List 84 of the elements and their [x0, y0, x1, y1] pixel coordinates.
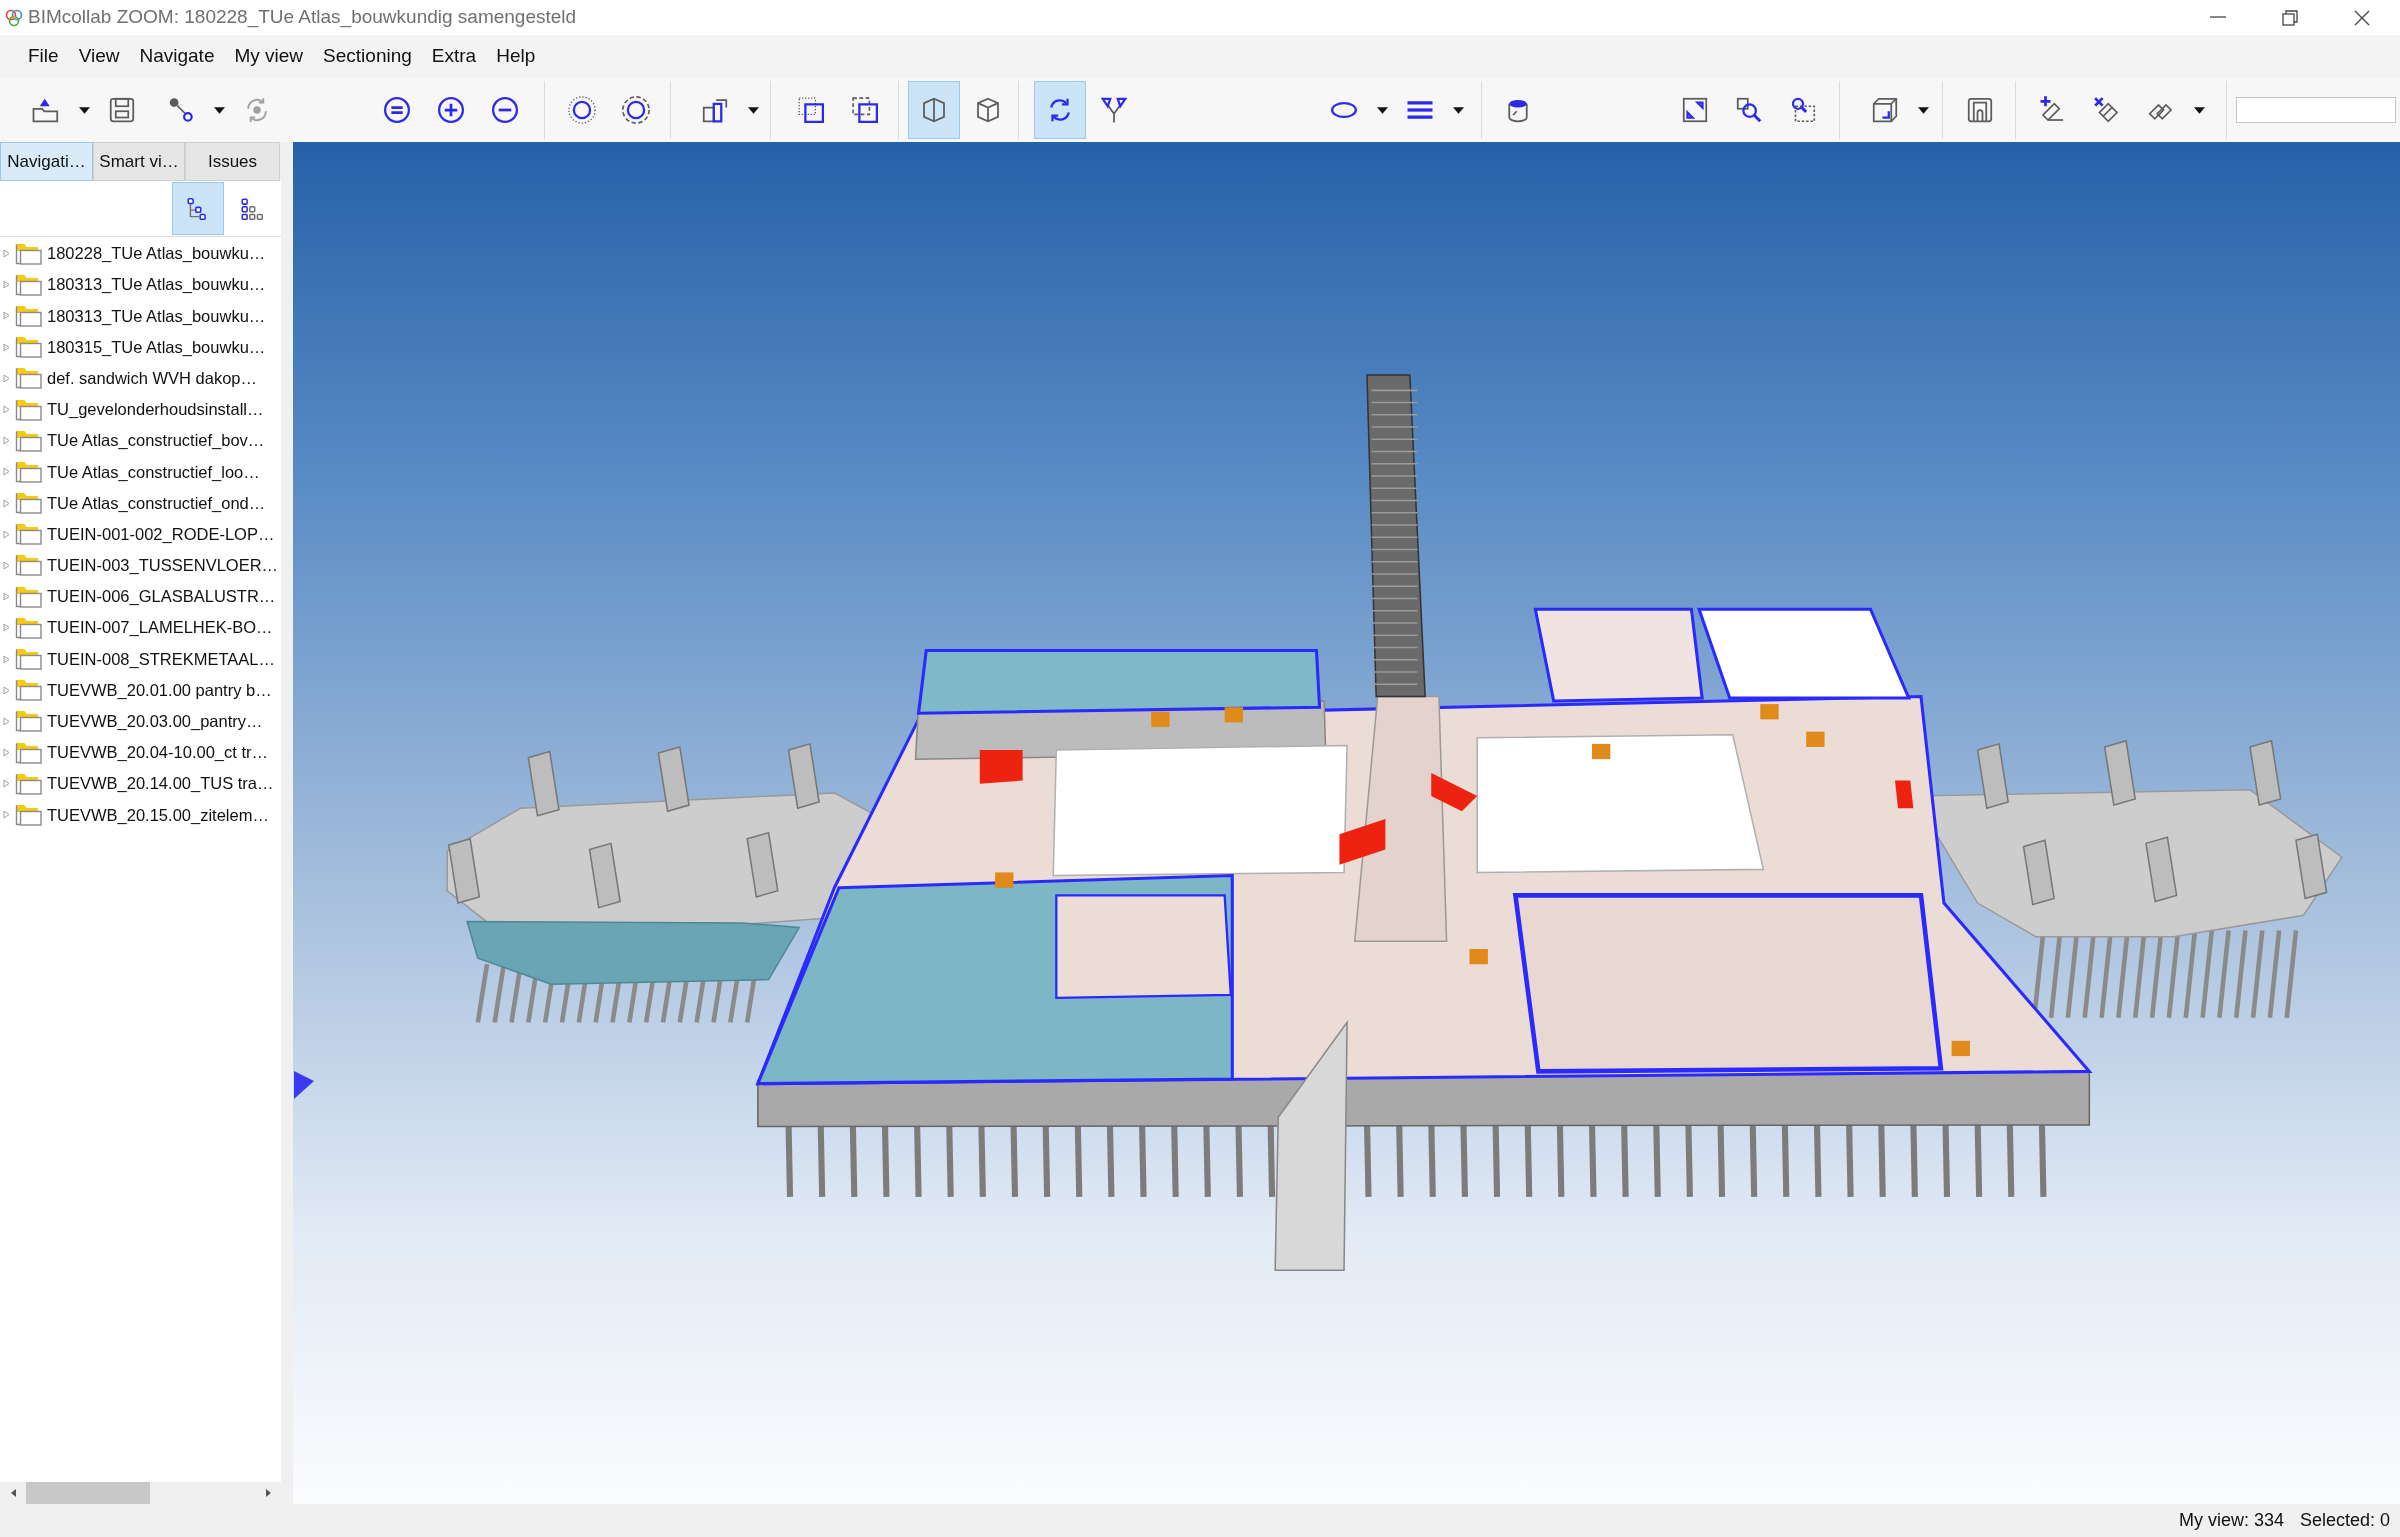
plus-circle-icon[interactable] — [436, 95, 466, 125]
folder-icon — [15, 367, 42, 390]
menu-item[interactable]: Extra — [421, 39, 487, 74]
box-corner-icon[interactable] — [1870, 95, 1900, 125]
scroll-right-icon[interactable] — [265, 1489, 271, 1497]
menu-item[interactable]: File — [18, 39, 69, 74]
folder-icon — [15, 273, 42, 296]
tree-item[interactable]: TUe Atlas_constructief_ond… — [47, 490, 266, 516]
magnifier-icon[interactable] — [1734, 95, 1764, 125]
app-logo-icon — [4, 7, 24, 28]
minus-circle-icon[interactable] — [490, 95, 520, 125]
folder-icon — [15, 336, 42, 359]
folder-icon — [15, 492, 42, 515]
folder-icon — [15, 304, 42, 327]
sidebar-tab[interactable]: Navigati… — [0, 142, 93, 181]
tree-item[interactable]: TUEVWB_20.14.00_TUS tra… — [47, 771, 274, 797]
folder-icon — [15, 242, 42, 265]
scroll-left-icon[interactable] — [10, 1489, 16, 1497]
tree-item[interactable]: TUe Atlas_constructief_bov… — [47, 428, 265, 454]
caret-icon[interactable] — [213, 106, 225, 114]
save-icon[interactable] — [107, 95, 137, 125]
dotted-ring-icon[interactable] — [567, 95, 597, 125]
dashed-square-icon[interactable] — [850, 95, 880, 125]
menu-item[interactable]: Sectioning — [313, 39, 422, 74]
toolbar-button[interactable] — [908, 81, 960, 139]
toolbar-button[interactable] — [1034, 81, 1086, 139]
dashed-ring-icon[interactable] — [621, 95, 651, 125]
folder-icon — [15, 679, 42, 702]
menu-item[interactable]: My view — [224, 39, 314, 74]
folder-icon — [15, 772, 42, 795]
tree-item[interactable]: TUEVWB_20.15.00_zitelem… — [47, 802, 269, 828]
folder-icon — [15, 803, 42, 826]
node-grid-icon[interactable] — [239, 195, 265, 222]
folder-icon — [15, 585, 42, 608]
tree-item[interactable]: TUEIN-006_GLASBALUSTR… — [47, 584, 276, 610]
viewport-canvas[interactable] — [293, 142, 2400, 1504]
tree-item[interactable]: TUEVWB_20.04-10.00_ct tr… — [47, 740, 268, 765]
folder-icon — [15, 398, 42, 421]
triangle-marker-icon — [294, 1071, 314, 1099]
tree-item[interactable]: TUEIN-003_TUSSENVLOER… — [47, 553, 279, 578]
dotted-square-icon[interactable] — [796, 95, 826, 125]
folder-icon — [15, 710, 42, 733]
sidebar-tab[interactable]: Issues — [185, 142, 280, 181]
status-text: My view: 334 — [2178, 1509, 2284, 1532]
tree-item[interactable]: TUEIN-008_STREKMETAAL… — [47, 646, 275, 672]
menu-item[interactable]: Navigate — [129, 39, 225, 74]
equals-circle-icon[interactable] — [382, 95, 412, 125]
search-field[interactable] — [2236, 97, 2396, 123]
folder-icon — [15, 554, 42, 577]
restore-icon[interactable] — [2281, 8, 2299, 27]
frame-arch-icon[interactable] — [1965, 95, 1995, 125]
folder-icon — [15, 741, 42, 764]
menu-item[interactable]: Help — [486, 39, 546, 74]
fork-arrows-icon[interactable] — [1099, 95, 1129, 125]
sidebar-tab[interactable]: Smart vi… — [93, 142, 185, 181]
caret-icon[interactable] — [747, 106, 759, 114]
tree-item[interactable]: 180228_TUe Atlas_bouwku… — [47, 241, 266, 266]
scrollbar-thumb[interactable] — [26, 1482, 150, 1504]
folder-icon — [15, 429, 42, 452]
window-title: BIMcollab ZOOM: 180228_TUe Atlas_bouwkundig samengesteld — [28, 5, 577, 30]
tree-item[interactable]: TUEVWB_20.03.00_pantry… — [47, 709, 263, 734]
folder-icon — [15, 648, 42, 671]
tree-item[interactable]: TUEIN-001-002_RODE-LOP… — [47, 521, 275, 547]
tree-item[interactable]: TU_gevelonderhoudsinstall… — [47, 397, 264, 422]
close-icon[interactable] — [2353, 8, 2371, 27]
folder-icon — [15, 460, 42, 483]
folder-icon — [15, 616, 42, 639]
tree-item[interactable]: def. sandwich WVH dakop… — [47, 365, 257, 391]
folder-icon — [15, 523, 42, 546]
caret-icon[interactable] — [1917, 106, 1929, 114]
view-toggle-button[interactable] — [172, 182, 224, 235]
status-text: Selected: 0 — [2299, 1509, 2390, 1532]
caret-icon[interactable] — [1376, 106, 1388, 114]
tree-item[interactable]: 180315_TUe Atlas_bouwku… — [47, 334, 266, 360]
tree-item[interactable]: 180313_TUe Atlas_bouwku… — [47, 303, 266, 329]
fit-view-icon[interactable] — [1680, 95, 1710, 125]
menu-item[interactable]: View — [68, 39, 130, 74]
tree-item[interactable]: TUe Atlas_constructief_loo… — [47, 459, 260, 485]
tree-item[interactable]: TUEIN-007_LAMELHEK-BO… — [47, 615, 273, 641]
caret-icon[interactable] — [1452, 106, 1464, 114]
caret-icon[interactable] — [78, 106, 90, 114]
tree-item[interactable]: 180313_TUe Atlas_bouwku… — [47, 272, 266, 298]
tree-item[interactable]: TUEVWB_20.01.00 pantry b… — [47, 677, 272, 703]
caret-icon[interactable] — [2193, 106, 2205, 114]
